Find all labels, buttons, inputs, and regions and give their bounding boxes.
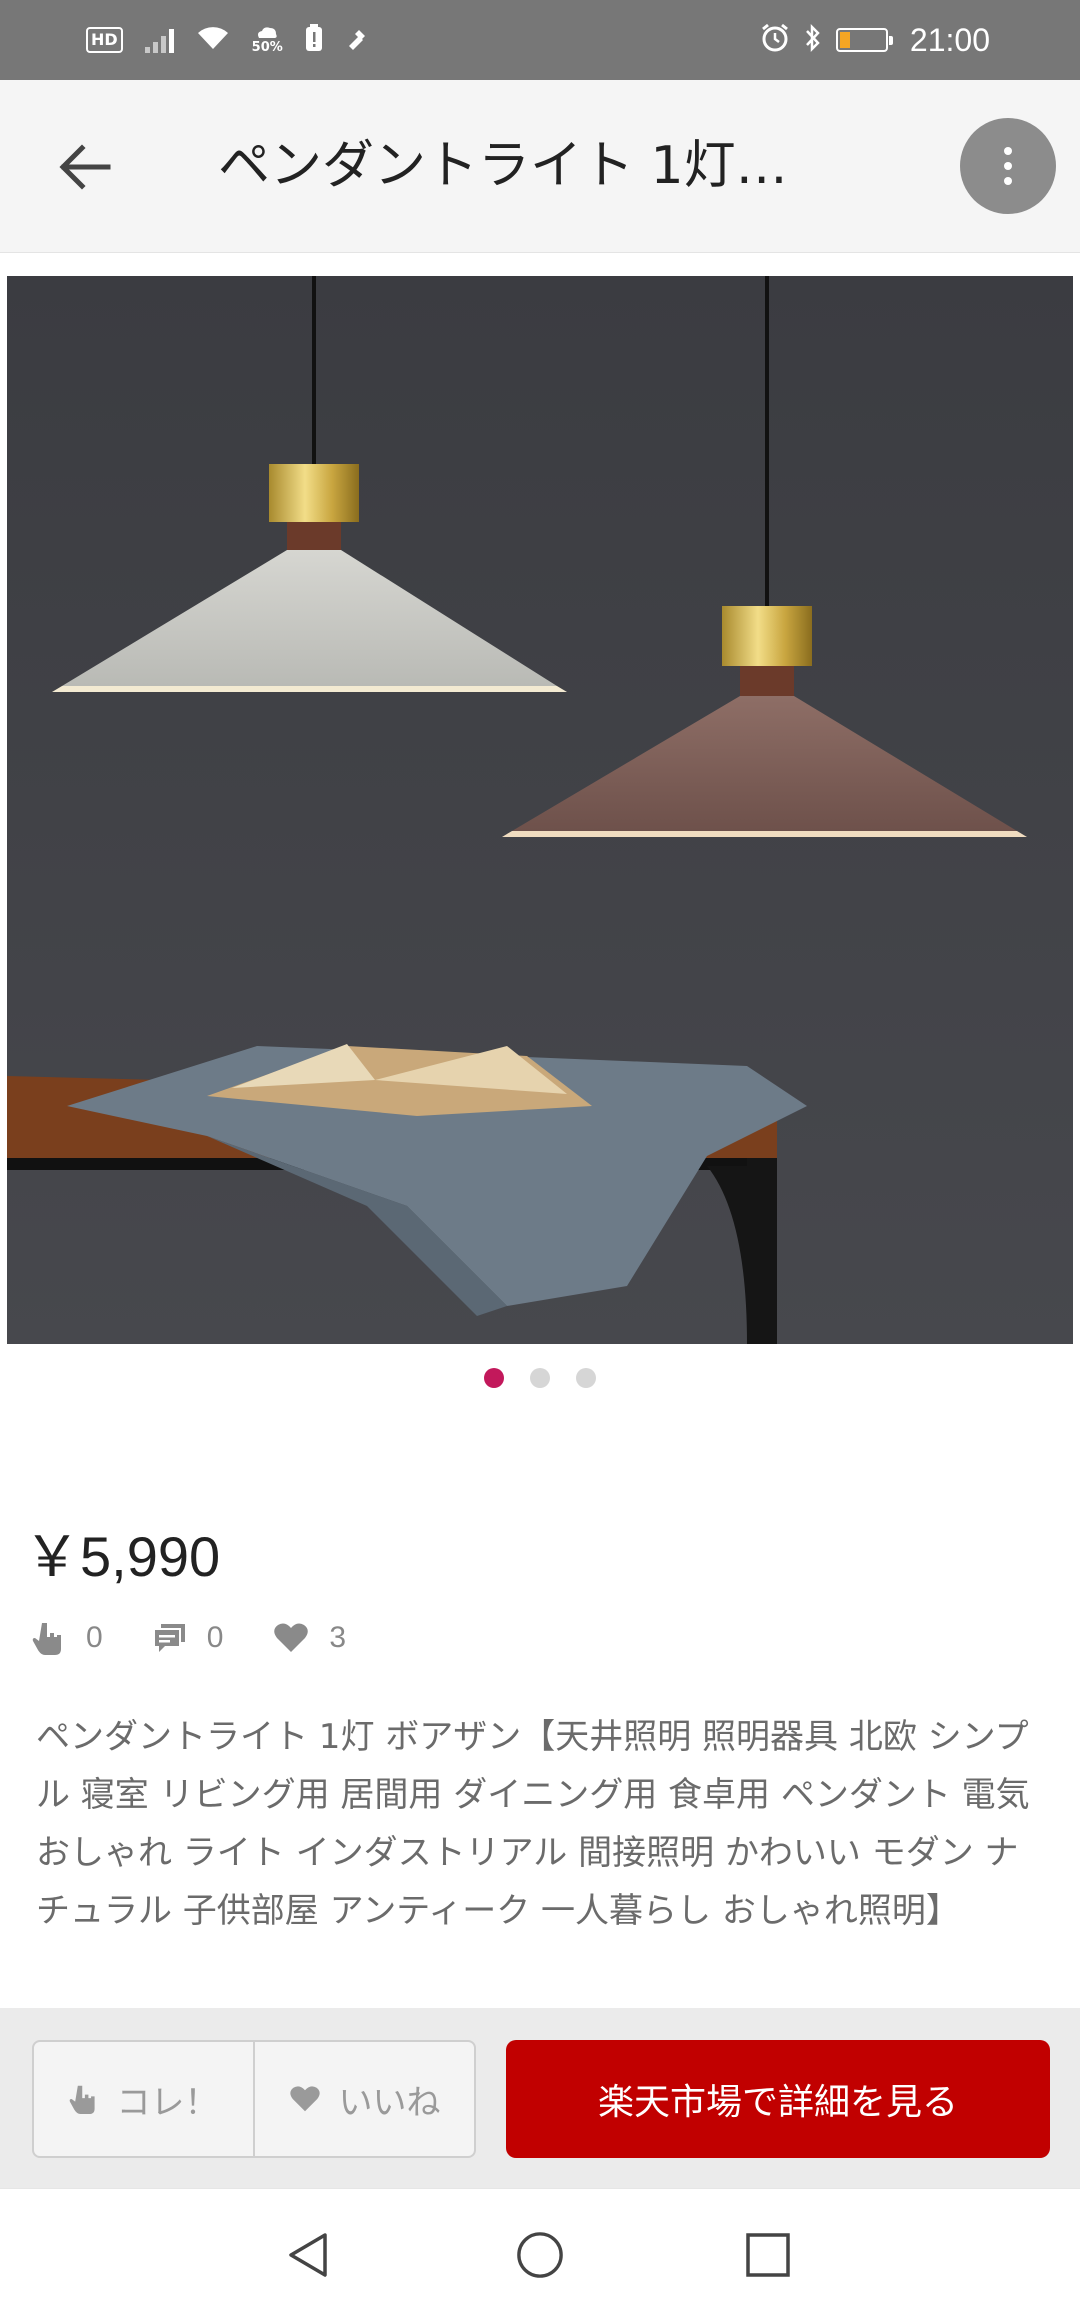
comment-count: 0: [206, 1621, 224, 1654]
heart-icon: [289, 2086, 320, 2112]
arrow-left-icon: [59, 144, 111, 190]
carousel-indicator: [0, 1368, 1080, 1388]
like-count: 3: [329, 1621, 347, 1654]
carousel-dot[interactable]: [530, 1368, 550, 1388]
pendant-lamp-photo: [7, 276, 1073, 1344]
usb-icon: [345, 26, 369, 54]
triangle-back-icon: [289, 2233, 327, 2277]
wifi-icon: [196, 25, 230, 55]
battery-icon: [835, 28, 893, 52]
pointing-hand-icon: [32, 1623, 61, 1655]
hd-icon: HD: [86, 27, 123, 53]
reaction-buttons: コレ！ いいね: [32, 2040, 476, 2158]
bluetooth-icon: [804, 23, 822, 57]
carousel-dot[interactable]: [576, 1368, 596, 1388]
clock: 21:00: [909, 21, 990, 58]
kore-button[interactable]: コレ！: [34, 2042, 253, 2156]
battery-saver-icon: 50%: [252, 26, 283, 55]
view-details-button[interactable]: 楽天市場で詳細を見る: [506, 2040, 1050, 2158]
like-label: いいね: [338, 2082, 441, 2123]
nav-recents-button[interactable]: [744, 2231, 792, 2279]
kore-stat: 0: [32, 1621, 103, 1655]
product-image[interactable]: [7, 276, 1073, 1344]
nav-back-button[interactable]: [284, 2231, 332, 2279]
nav-home-button[interactable]: [516, 2231, 564, 2279]
status-bar: HD 50% 21:00: [0, 0, 1080, 80]
square-recents-icon: [746, 2233, 790, 2277]
page-title: ペンダントライト 1灯…: [218, 136, 788, 196]
like-button[interactable]: いいね: [255, 2042, 474, 2156]
more-vertical-icon: [1004, 147, 1012, 155]
circle-home-icon: [517, 2232, 563, 2278]
signal-icon: [144, 27, 174, 53]
like-stat: 3: [273, 1621, 346, 1655]
comment-stat: 0: [153, 1621, 224, 1655]
heart-icon: [274, 1623, 309, 1652]
more-options-button[interactable]: [960, 118, 1056, 214]
kore-label: コレ！: [116, 2082, 219, 2123]
alarm-icon: [760, 23, 790, 57]
product-price: ￥5,990: [24, 1525, 221, 1588]
pointing-hand-icon: [69, 2085, 95, 2114]
kore-count: 0: [86, 1621, 103, 1654]
back-button[interactable]: [50, 132, 120, 202]
app-bar: ペンダントライト 1灯…: [0, 80, 1080, 253]
alert-icon: [305, 24, 323, 56]
carousel-dot[interactable]: [484, 1368, 504, 1388]
action-bar: コレ！ いいね 楽天市場で詳細を見る: [0, 2008, 1080, 2188]
system-nav-bar: [0, 2188, 1080, 2313]
comment-icon: [154, 1624, 185, 1652]
product-stats: 0 0 3: [32, 1612, 396, 1664]
battery-saver-label: 50%: [251, 39, 283, 55]
product-description: ペンダントライト 1灯 ボアザン【天井照明 照明器具 北欧 シンプル 寝室 リビ…: [36, 1717, 1030, 1931]
